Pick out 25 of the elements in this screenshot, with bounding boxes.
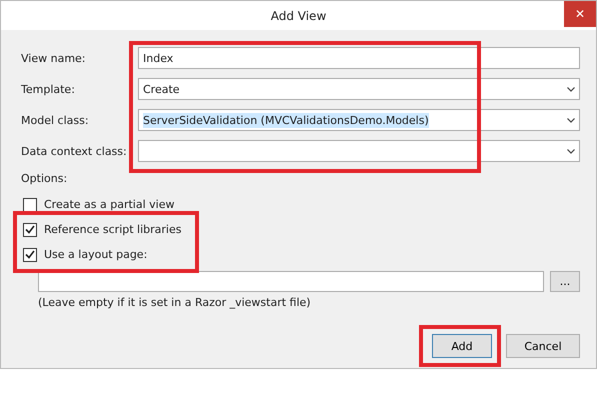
browse-button[interactable]: ...	[550, 271, 580, 292]
dropdown-field[interactable]: Create	[138, 78, 580, 100]
dialog-button[interactable]: Add	[432, 334, 492, 358]
checkbox-label[interactable]: Use a layout page:	[44, 248, 148, 261]
input-field[interactable]: Index	[138, 47, 580, 69]
checkbox[interactable]	[23, 222, 37, 236]
field-label: Data context class:	[21, 144, 128, 158]
checkbox-label[interactable]: Create as a partial view	[44, 198, 174, 211]
field-value: Index	[143, 50, 174, 66]
checkbox[interactable]	[23, 198, 37, 212]
field-label: Template:	[21, 82, 76, 96]
field-value: Create	[143, 82, 180, 96]
options-label: Options:	[21, 172, 68, 185]
dropdown-field[interactable]	[138, 140, 580, 162]
window-title: Add View	[270, 8, 326, 22]
field-label: Model class:	[21, 114, 90, 126]
field-label: View name:	[21, 52, 87, 64]
checkbox[interactable]	[23, 248, 37, 262]
checkbox-label[interactable]: Reference script libraries	[44, 223, 182, 236]
dropdown-field[interactable]: ServerSideValidation (MVCValidationsDemo.Models)	[138, 109, 580, 131]
close-button[interactable]: ✕	[564, 1, 596, 27]
hint-text: (Leave empty if it is set in a Razor _viewstart file)	[38, 296, 312, 309]
layout-page-field[interactable]	[38, 271, 544, 292]
field-value: ServerSideValidation (MVCValidationsDemo.Models)	[143, 112, 429, 128]
dialog-button[interactable]: Cancel	[506, 334, 580, 358]
